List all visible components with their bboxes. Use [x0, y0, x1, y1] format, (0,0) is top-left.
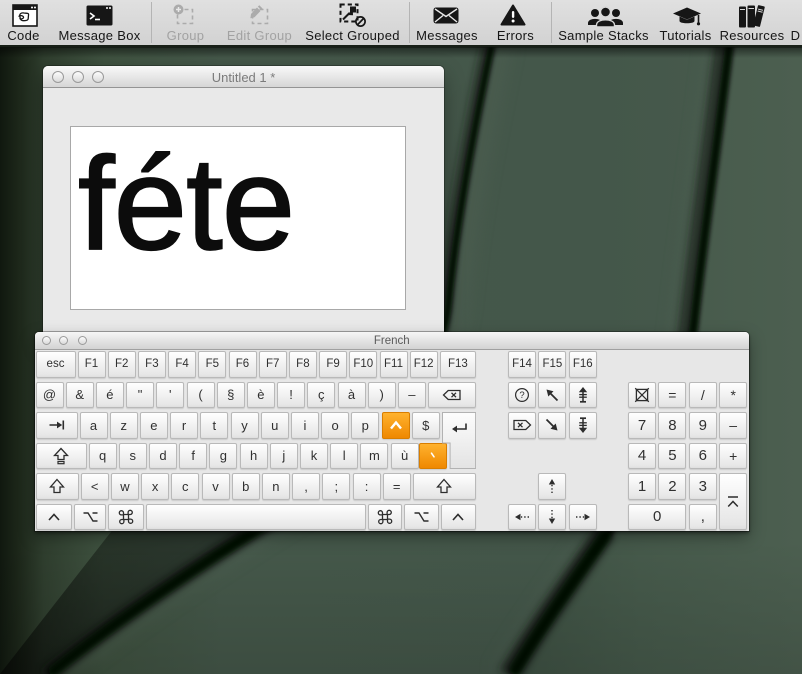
svg-text:?: ?: [519, 390, 524, 401]
